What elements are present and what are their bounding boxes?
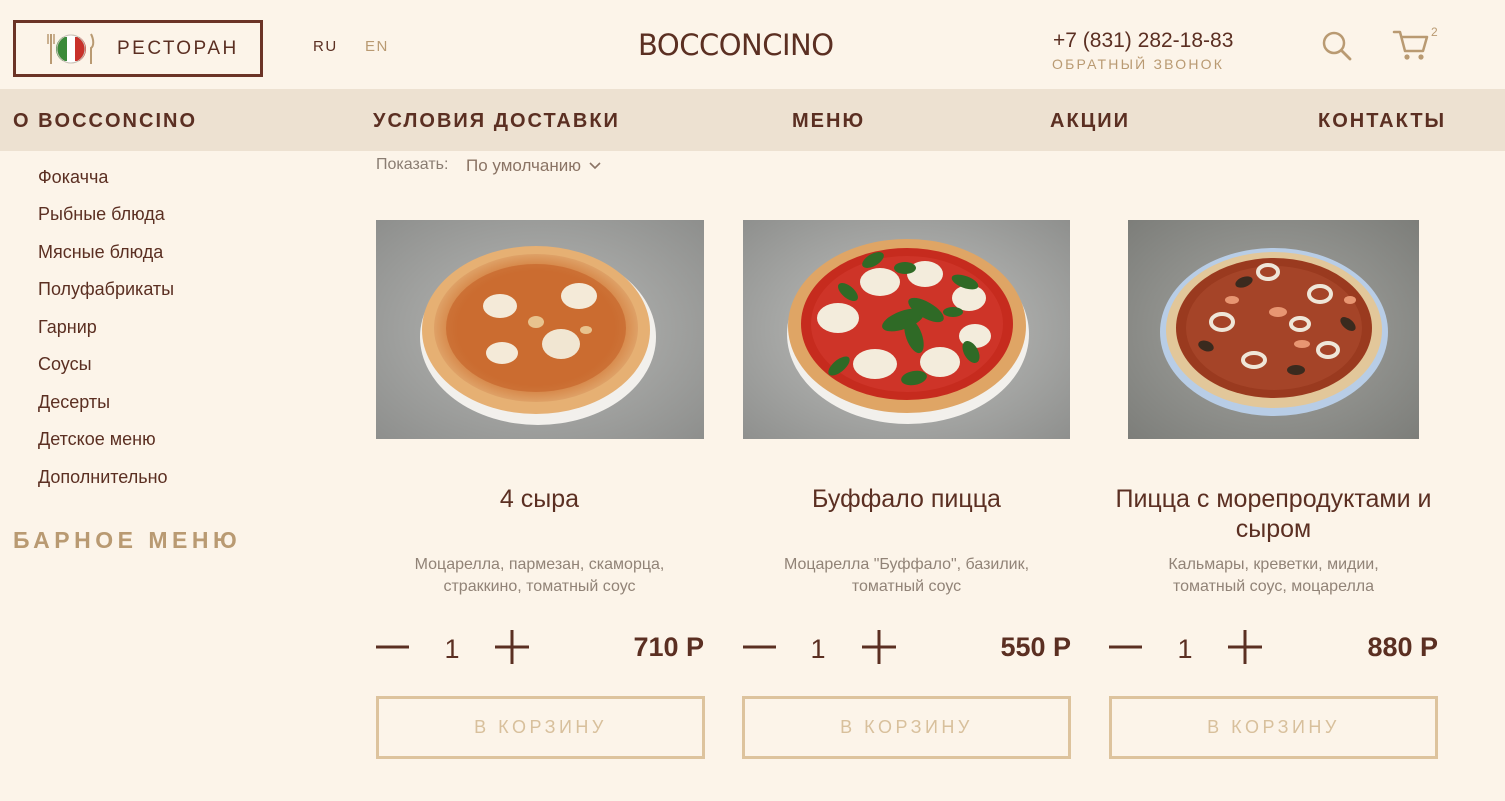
nav-item-contacts[interactable]: КОНТАКТЫ bbox=[1318, 110, 1446, 133]
quantity-value[interactable]: 1 bbox=[437, 634, 467, 665]
product-title: Буффало пицца bbox=[812, 485, 1001, 513]
phone-number[interactable]: +7 (831) 282-18-83 bbox=[1053, 29, 1233, 53]
quantity-value[interactable]: 1 bbox=[1170, 634, 1200, 665]
product-description: Моцарелла, пармезан, скаморца, страккино… bbox=[367, 554, 712, 598]
product-description-line: томатный соус, моцарелла bbox=[1172, 578, 1375, 595]
quantity-decrease-button[interactable] bbox=[1108, 632, 1144, 662]
sort-label: Показать: bbox=[376, 156, 449, 173]
add-to-cart-button[interactable]: В КОРЗИНУ bbox=[1109, 696, 1438, 759]
chevron-down-icon bbox=[589, 162, 601, 170]
product-image[interactable] bbox=[743, 220, 1070, 439]
sidebar-item-additional[interactable]: Дополнительно bbox=[38, 467, 168, 488]
product-description-line: томатный соус bbox=[851, 578, 962, 595]
sidebar-item-kids-menu[interactable]: Детское меню bbox=[38, 429, 156, 450]
lang-en-link[interactable]: EN bbox=[365, 38, 389, 55]
add-to-cart-button[interactable]: В КОРЗИНУ bbox=[376, 696, 705, 759]
sidebar-item-sauces[interactable]: Соусы bbox=[38, 354, 92, 375]
product-price: 880 Р bbox=[1367, 632, 1438, 662]
quantity-decrease-button[interactable] bbox=[375, 632, 411, 662]
sidebar-item-desserts[interactable]: Десерты bbox=[38, 392, 110, 413]
logo[interactable]: BOCCONCINO bbox=[638, 28, 834, 62]
cart-count-badge: 2 bbox=[1431, 25, 1438, 39]
italy-flag-icon bbox=[46, 32, 96, 66]
restaurant-button[interactable]: РЕСТОРАН bbox=[13, 20, 263, 77]
sort-value: По умолчанию bbox=[466, 156, 581, 175]
sidebar-item-meat[interactable]: Мясные блюда bbox=[38, 242, 163, 263]
product-description-line: Кальмары, креветки, мидии, bbox=[1168, 556, 1379, 573]
callback-link[interactable]: ОБРАТНЫЙ ЗВОНОК bbox=[1052, 56, 1224, 72]
sidebar-item-semi-finished[interactable]: Полуфабрикаты bbox=[38, 279, 174, 300]
product-description-line: Моцарелла "Буффало", базилик, bbox=[783, 556, 1030, 573]
sort-select[interactable]: По умолчанию bbox=[466, 156, 601, 176]
product-price: 550 Р bbox=[1000, 632, 1071, 662]
product-description-line: Моцарелла, пармезан, скаморца, bbox=[414, 556, 665, 573]
nav-item-promotions[interactable]: АКЦИИ bbox=[1050, 110, 1130, 133]
product-image[interactable] bbox=[376, 220, 704, 439]
product-description-line: страккино, томатный соус bbox=[443, 578, 636, 595]
search-icon[interactable] bbox=[1321, 30, 1353, 62]
nav-item-menu[interactable]: МЕНЮ bbox=[792, 110, 865, 133]
restaurant-label: РЕСТОРАН bbox=[117, 38, 239, 59]
main-nav: О BOCCONCINO УСЛОВИЯ ДОСТАВКИ МЕНЮ АКЦИИ… bbox=[0, 89, 1505, 151]
product-title: Пицца с морепродуктами и сыром bbox=[1115, 485, 1432, 543]
product-description: Моцарелла "Буффало", базилик, томатный с… bbox=[734, 554, 1079, 598]
quantity-increase-button[interactable] bbox=[494, 628, 530, 666]
nav-item-about[interactable]: О BOCCONCINO bbox=[13, 110, 197, 133]
quantity-value[interactable]: 1 bbox=[803, 634, 833, 665]
bar-menu-link[interactable]: БАРНОЕ МЕНЮ bbox=[13, 527, 241, 554]
product-price: 710 Р bbox=[633, 632, 704, 662]
nav-item-delivery[interactable]: УСЛОВИЯ ДОСТАВКИ bbox=[373, 110, 620, 133]
quantity-decrease-button[interactable] bbox=[742, 632, 778, 662]
quantity-increase-button[interactable] bbox=[1227, 628, 1263, 666]
product-title: 4 сыра bbox=[499, 485, 580, 513]
add-to-cart-button[interactable]: В КОРЗИНУ bbox=[742, 696, 1071, 759]
quantity-increase-button[interactable] bbox=[861, 628, 897, 666]
sidebar-item-fish[interactable]: Рыбные блюда bbox=[38, 204, 165, 225]
lang-ru-link[interactable]: RU bbox=[313, 38, 338, 55]
sidebar-item-garnish[interactable]: Гарнир bbox=[38, 317, 97, 338]
product-image[interactable] bbox=[1128, 220, 1419, 439]
sidebar-item-focaccia[interactable]: Фокачча bbox=[38, 167, 108, 188]
product-description: Кальмары, креветки, мидии, томатный соус… bbox=[1101, 554, 1446, 598]
